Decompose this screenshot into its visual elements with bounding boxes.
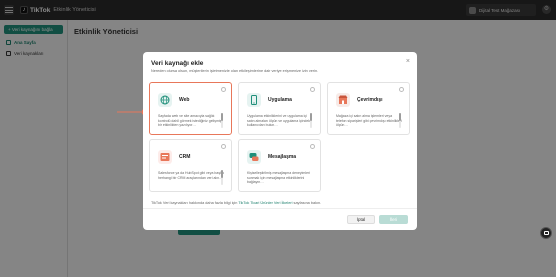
next-button[interactable]: İleri xyxy=(379,215,408,224)
card-title: CRM xyxy=(179,154,191,160)
close-icon[interactable]: × xyxy=(406,58,410,65)
scrollbar[interactable] xyxy=(221,113,223,128)
radio-button[interactable] xyxy=(221,144,226,149)
source-card-app[interactable]: Uygulama Uygulama etkinliklerini ve uygu… xyxy=(238,82,321,135)
chat-support-button[interactable] xyxy=(540,227,552,239)
chat-icon xyxy=(544,231,549,235)
card-title: Web xyxy=(179,97,190,103)
scrollbar[interactable] xyxy=(221,170,223,185)
divider xyxy=(143,208,417,209)
card-description: Sayfada web ve site amacıyla sağlık kont… xyxy=(158,114,222,127)
source-card-web[interactable]: Web Sayfada web ve site amacıyla sağlık … xyxy=(149,82,232,135)
offline-icon xyxy=(336,93,350,107)
card-title: Çevrimdışı xyxy=(357,97,383,103)
source-card-messaging[interactable]: Mesajlaşma Kişiselleştirilmiş mesajlaşma… xyxy=(238,139,321,192)
footnote: TikTok Veri kaynakları hakkında daha faz… xyxy=(151,201,321,205)
crm-icon xyxy=(158,150,172,164)
card-description: Kişiselleştirilmiş mesajlaşma deneyimler… xyxy=(247,171,311,184)
radio-button[interactable] xyxy=(310,144,315,149)
source-card-crm[interactable]: CRM Salesforce ya da HubSpot gibi veya b… xyxy=(149,139,232,192)
card-description: Uygulama etkinliklerini ve uygulama içi … xyxy=(247,114,311,127)
radio-button[interactable] xyxy=(399,87,404,92)
card-title: Mesajlaşma xyxy=(268,154,297,160)
card-description: Salesforce ya da HubSpot gibi veya başka… xyxy=(158,171,224,180)
card-title: Uygulama xyxy=(268,97,292,103)
web-icon xyxy=(158,93,172,107)
footnote-prefix: TikTok Veri kaynakları hakkında daha faz… xyxy=(151,201,238,205)
scrollbar[interactable] xyxy=(310,113,312,128)
dialog-title: Veri kaynağı ekle xyxy=(151,60,204,67)
radio-button[interactable] xyxy=(310,87,315,92)
app-icon xyxy=(247,93,261,107)
dialog-description: Nereden olursa olsun, müşterilerin işlet… xyxy=(151,69,319,73)
messaging-icon xyxy=(247,150,261,164)
source-card-offline[interactable]: Çevrimdışı Mağaza içi satın alma işlemle… xyxy=(327,82,410,135)
card-description: Mağaza içi satın alma işlemleri veya tel… xyxy=(336,114,402,127)
scrollbar[interactable] xyxy=(399,113,401,128)
data-policy-link[interactable]: TikTok Ticari Ürünler Veri İlkeleri xyxy=(238,201,292,205)
add-data-source-dialog: Veri kaynağı ekle Nereden olursa olsun, … xyxy=(143,52,417,230)
radio-button[interactable] xyxy=(221,87,226,92)
footnote-suffix: sayfasına bakın. xyxy=(293,201,322,205)
cancel-button[interactable]: İptal xyxy=(347,215,375,224)
